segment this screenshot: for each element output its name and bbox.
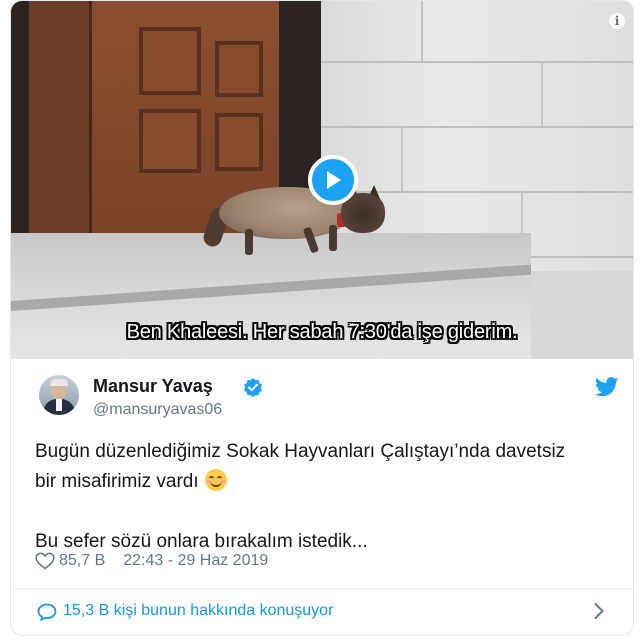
tweet-text-line-with-emoji: bir misafirimiz vardı: [35, 467, 625, 497]
verified-badge-icon: [244, 378, 262, 397]
chevron-right-icon: [594, 603, 604, 619]
speech-bubble-icon: [37, 603, 57, 621]
video-player[interactable]: i Ben Khaleesi. Her sabah 7:30'da işe gi…: [11, 1, 633, 359]
tweet-text-line: bir misafirimiz vardı: [35, 471, 199, 492]
twitter-bird-icon[interactable]: [595, 377, 619, 397]
play-icon: [327, 171, 341, 189]
tweet-text: Bugün düzenlediğimiz Sokak Hayvanları Ça…: [35, 437, 625, 557]
conversation-link[interactable]: 15,3 B kişi bunun hakkında konuşuyor: [11, 589, 633, 635]
play-button[interactable]: [308, 155, 358, 205]
like-count[interactable]: 85,7 B: [59, 552, 105, 570]
heart-icon[interactable]: [35, 552, 55, 570]
author-name[interactable]: Mansur Yavaş: [93, 376, 213, 397]
tweet-timestamp[interactable]: 22:43 - 29 Haz 2019: [123, 552, 268, 570]
info-icon[interactable]: i: [609, 13, 625, 29]
smiling-face-emoji-icon: [204, 469, 227, 491]
tweet-text-line: Bugün düzenlediğimiz Sokak Hayvanları Ça…: [35, 441, 566, 462]
tweet-card: i Ben Khaleesi. Her sabah 7:30'da işe gi…: [10, 0, 634, 636]
conversation-label: 15,3 B kişi bunun hakkında konuşuyor: [63, 602, 334, 619]
video-subtitle: Ben Khaleesi. Her sabah 7:30'da işe gide…: [126, 321, 518, 343]
author-handle[interactable]: @mansuryavas06: [93, 401, 222, 419]
tweet-meta: 85,7 B 22:43 - 29 Haz 2019: [35, 552, 268, 570]
avatar[interactable]: [39, 375, 79, 415]
